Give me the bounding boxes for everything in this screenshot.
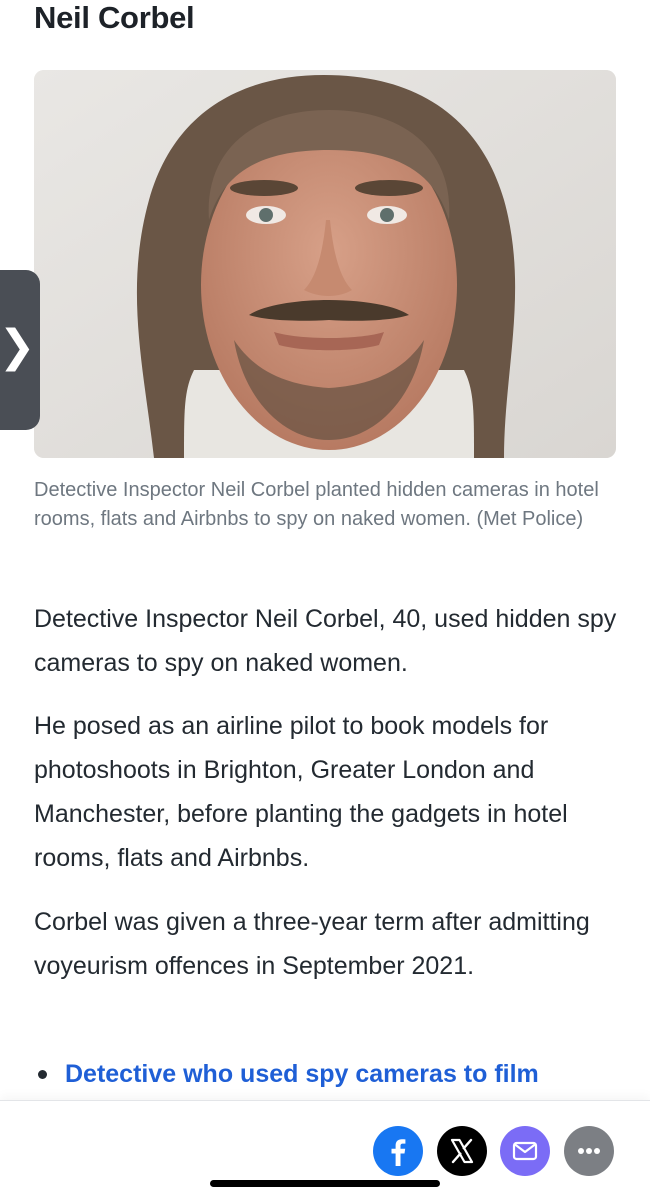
mail-icon (512, 1141, 538, 1161)
article-paragraph: He posed as an airline pilot to book mod… (34, 712, 568, 872)
more-icon (578, 1148, 600, 1154)
article-paragraph: Corbel was given a three-year term after… (34, 908, 590, 980)
share-more-button[interactable] (564, 1126, 614, 1176)
x-icon (450, 1138, 474, 1164)
article-headline: Neil Corbel (34, 0, 195, 35)
article-page: Neil Corbel ❯ Detective Inspector Neil C… (0, 0, 650, 1200)
home-indicator[interactable] (210, 1180, 440, 1187)
share-facebook-button[interactable] (373, 1126, 423, 1176)
share-email-button[interactable] (500, 1126, 550, 1176)
related-links-list: Detective who used spy cameras to film (34, 1052, 644, 1096)
side-panel-toggle[interactable]: ❯ (0, 270, 40, 430)
photo-caption: Detective Inspector Neil Corbel planted … (34, 479, 599, 530)
share-x-button[interactable] (437, 1126, 487, 1176)
article-paragraph: Detective Inspector Neil Corbel, 40, use… (34, 605, 617, 677)
facebook-icon (391, 1139, 406, 1166)
article-photo (34, 70, 616, 458)
chevron-right-icon: ❯ (0, 321, 36, 372)
bullet-icon (38, 1069, 47, 1079)
related-article-link[interactable]: Detective who used spy cameras to film (65, 1052, 539, 1096)
